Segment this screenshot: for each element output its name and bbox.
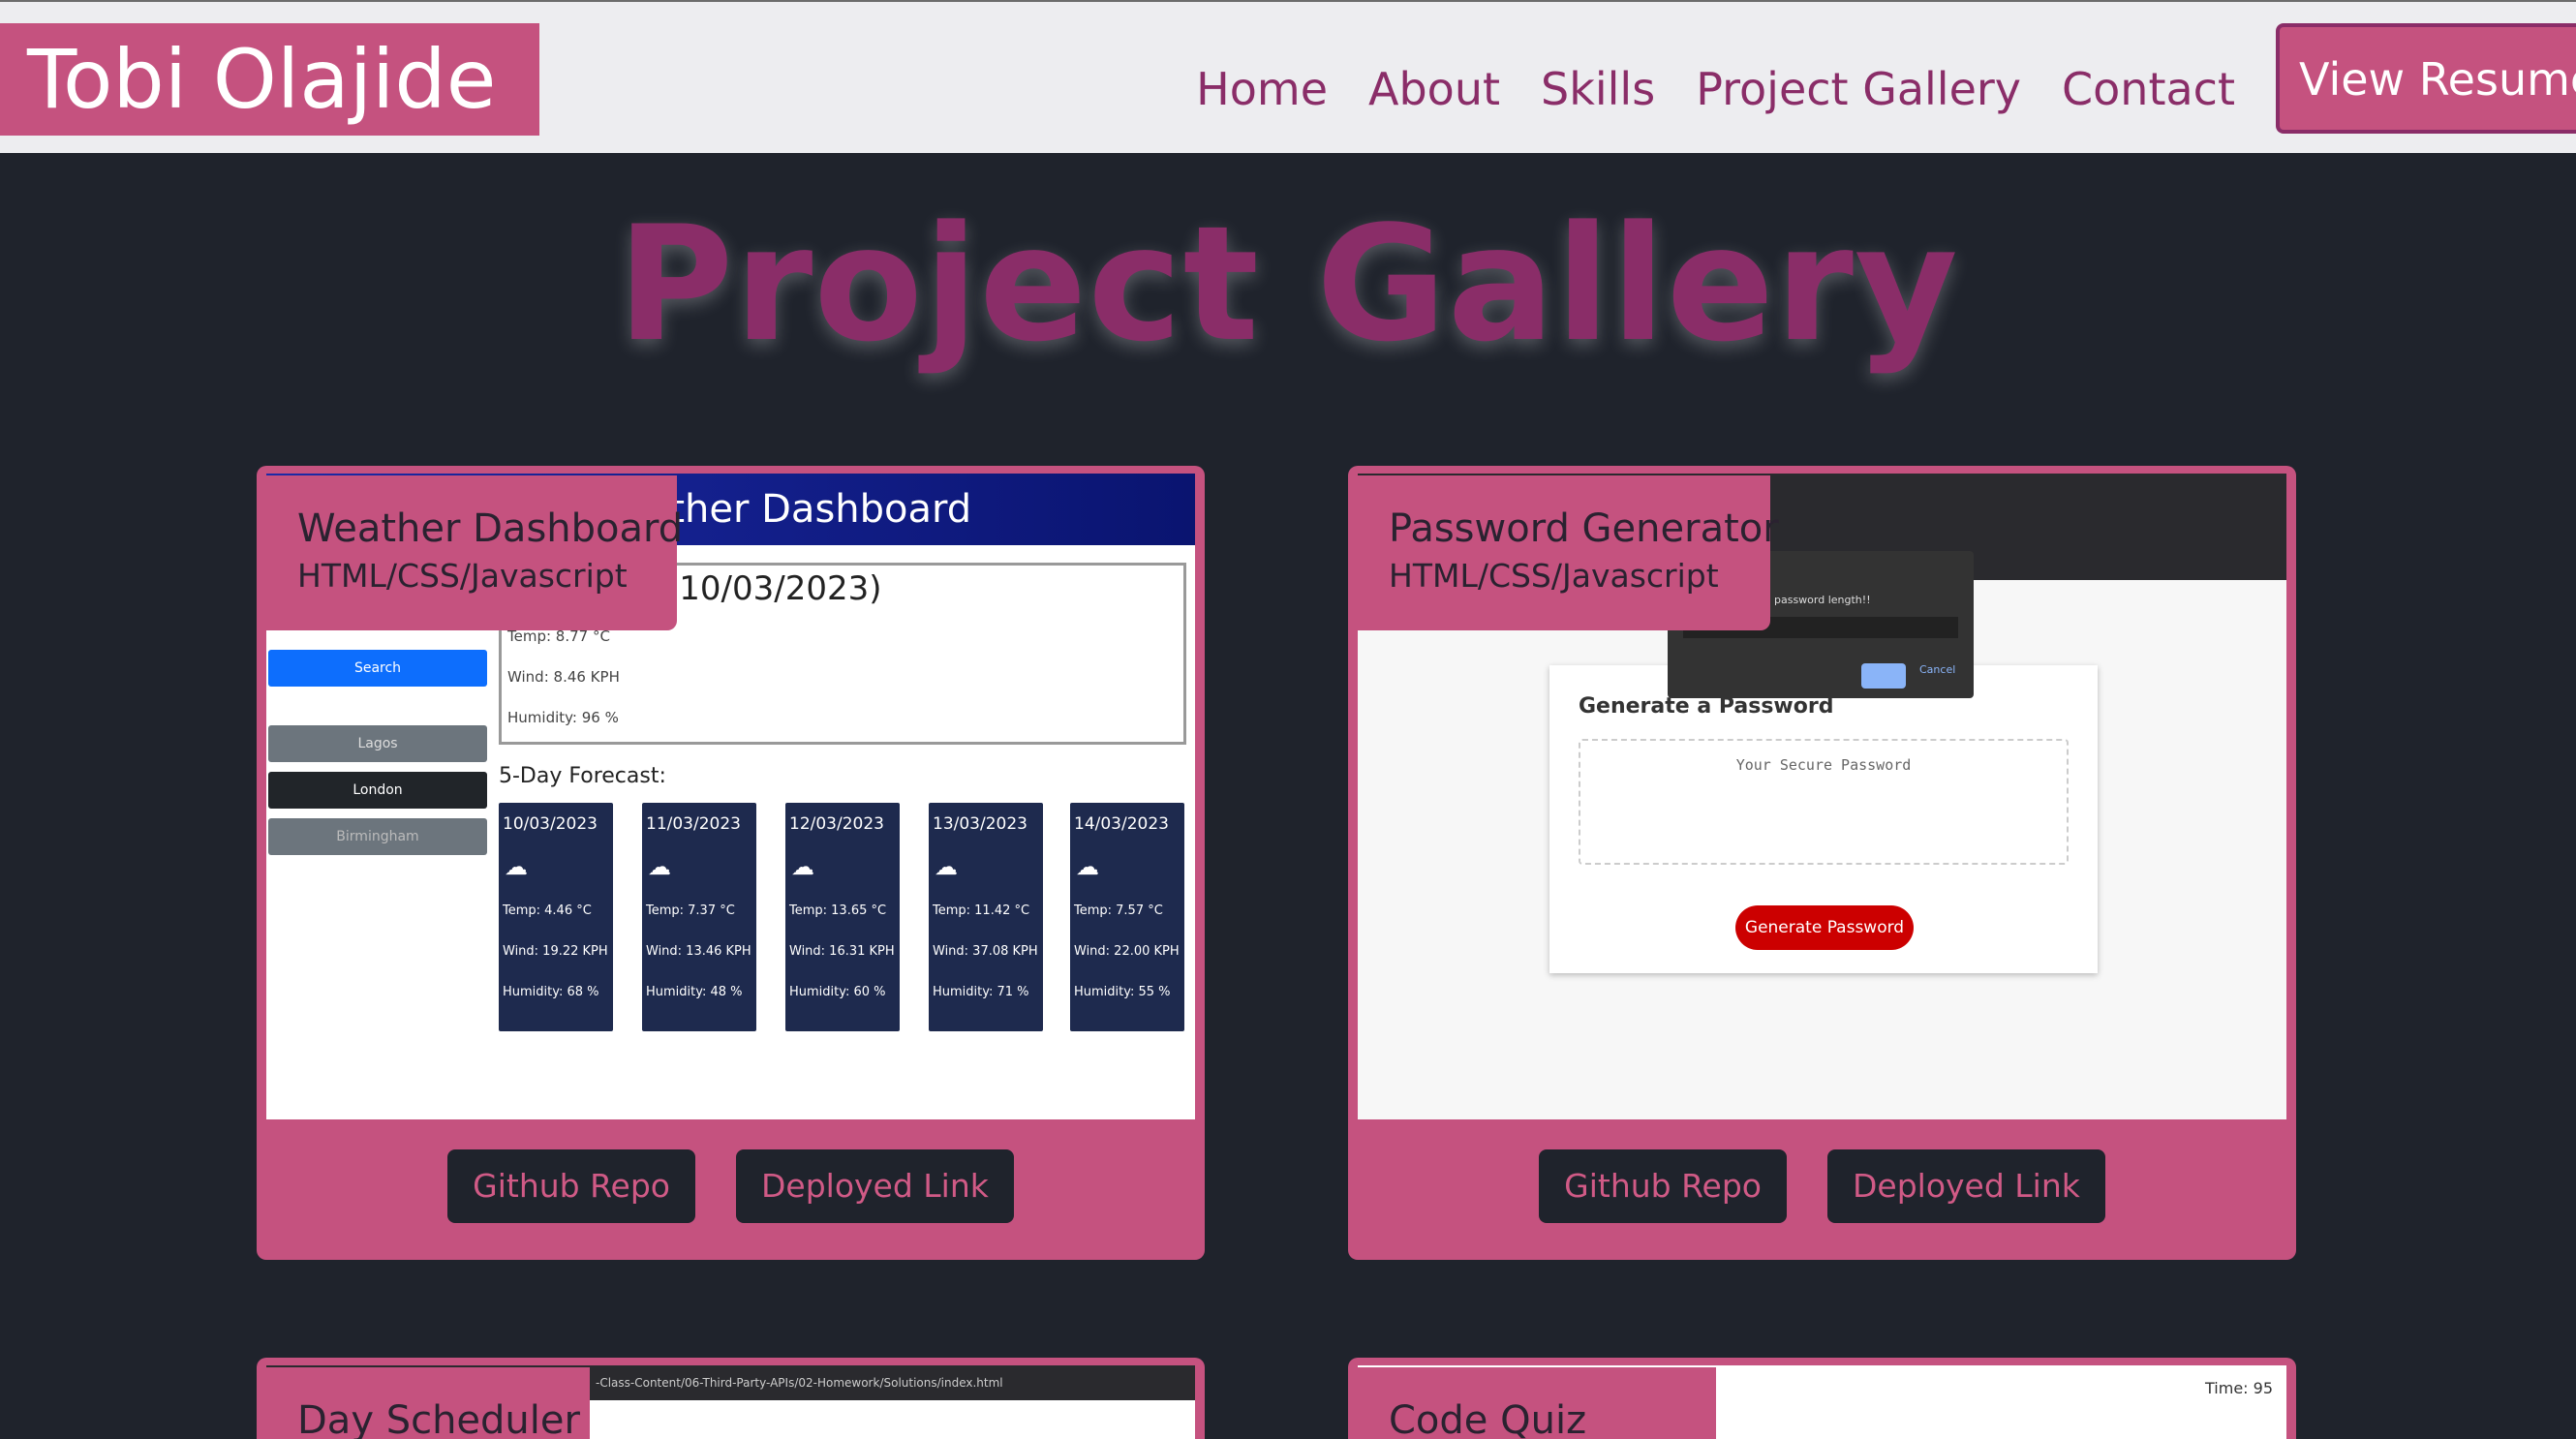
- project-card-scheduler: -Class-Content/06-Third-Party-APIs/02-Ho…: [257, 1358, 1205, 1439]
- nav-skills[interactable]: Skills: [1541, 54, 1655, 124]
- forecast-wind: Wind: 19.22 KPH: [503, 944, 608, 959]
- today-wind: Wind: 8.46 KPH: [507, 668, 620, 686]
- nav-contact[interactable]: Contact: [2062, 54, 2235, 124]
- forecast-temp: Temp: 7.57 °C: [1074, 903, 1163, 918]
- cloud-icon: ☁: [648, 853, 671, 880]
- deployed-link-button[interactable]: Deployed Link: [735, 1149, 1014, 1223]
- forecast-temp: Temp: 11.42 °C: [933, 903, 1030, 918]
- history-item: Lagos: [268, 725, 487, 762]
- github-repo-button[interactable]: Github Repo: [447, 1149, 695, 1223]
- project-tech: HTML/CSS/Javascript: [1389, 557, 1719, 595]
- forecast-card: 14/03/2023 ☁ Temp: 7.57 °C Wind: 22.00 K…: [1070, 803, 1184, 1031]
- project-label: Weather Dashboard HTML/CSS/Javascript: [266, 475, 684, 630]
- project-card-weather: Weather Dashboard Search Lagos London Bi…: [257, 466, 1205, 1260]
- cloud-icon: ☁: [505, 853, 528, 880]
- forecast-date: 11/03/2023: [646, 814, 741, 834]
- history-item: London: [268, 772, 487, 809]
- forecast-date: 12/03/2023: [789, 814, 884, 834]
- forecast-humidity: Humidity: 71 %: [933, 985, 1029, 999]
- history-item: Birmingham: [268, 818, 487, 855]
- forecast-date: 10/03/2023: [503, 814, 598, 834]
- nav-about[interactable]: About: [1368, 54, 1500, 124]
- nav-home[interactable]: Home: [1196, 54, 1328, 124]
- cloud-icon: ☁: [791, 853, 814, 880]
- forecast-humidity: Humidity: 60 %: [789, 985, 886, 999]
- forecast-title: 5-Day Forecast:: [499, 764, 666, 788]
- search-button: Search: [268, 650, 487, 687]
- project-buttons: Github Repo Deployed Link: [1348, 1149, 2296, 1223]
- today-humidity: Humidity: 96 %: [507, 709, 619, 726]
- password-output: Your Secure Password: [1579, 739, 2069, 865]
- forecast-card: 13/03/2023 ☁ Temp: 11.42 °C Wind: 37.08 …: [929, 803, 1043, 1031]
- forecast-temp: Temp: 4.46 °C: [503, 903, 592, 918]
- forecast-card: 10/03/2023 ☁ Temp: 4.46 °C Wind: 19.22 K…: [499, 803, 613, 1031]
- github-repo-button[interactable]: Github Repo: [1539, 1149, 1787, 1223]
- cloud-icon: ☁: [1076, 853, 1099, 880]
- forecast-card: 11/03/2023 ☁ Temp: 7.37 °C Wind: 13.46 K…: [642, 803, 756, 1031]
- forecast-humidity: Humidity: 68 %: [503, 985, 599, 999]
- forecast-humidity: Humidity: 48 %: [646, 985, 743, 999]
- deployed-link-button[interactable]: Deployed Link: [1826, 1149, 2105, 1223]
- quiz-timer: Time: 95: [2205, 1379, 2273, 1397]
- forecast-wind: Wind: 22.00 KPH: [1074, 944, 1180, 959]
- project-buttons: Github Repo Deployed Link: [257, 1149, 1205, 1223]
- project-name: Weather Dashboard: [297, 506, 684, 551]
- forecast-date: 14/03/2023: [1074, 814, 1169, 834]
- today-title: (10/03/2023): [666, 569, 882, 608]
- project-tech: HTML/CSS/Javascript: [297, 557, 628, 595]
- forecast-temp: Temp: 13.65 °C: [789, 903, 887, 918]
- forecast-humidity: Humidity: 55 %: [1074, 985, 1171, 999]
- page-title: Project Gallery: [617, 192, 1959, 377]
- project-label: Code Quiz: [1358, 1367, 1716, 1439]
- project-name: Password Generator: [1389, 506, 1779, 551]
- project-label: Day Scheduler: [266, 1367, 590, 1439]
- forecast-card: 12/03/2023 ☁ Temp: 13.65 °C Wind: 16.31 …: [785, 803, 900, 1031]
- project-name: Code Quiz: [1389, 1398, 1587, 1439]
- nav-project-gallery[interactable]: Project Gallery: [1696, 54, 2021, 124]
- project-card-quiz: Time: 95 Code Quiz: [1348, 1358, 2296, 1439]
- cloud-icon: ☁: [935, 853, 958, 880]
- generate-password-button: Generate Password: [1735, 905, 1914, 950]
- project-card-password: Generate a Password Your Secure Password…: [1348, 466, 2296, 1260]
- forecast-wind: Wind: 37.08 KPH: [933, 944, 1038, 959]
- forecast-wind: Wind: 16.31 KPH: [789, 944, 895, 959]
- forecast-wind: Wind: 13.46 KPH: [646, 944, 751, 959]
- brand-logo[interactable]: Tobi Olajide: [0, 23, 539, 136]
- forecast-date: 13/03/2023: [933, 814, 1027, 834]
- project-label: Password Generator HTML/CSS/Javascript: [1358, 475, 1779, 630]
- forecast-temp: Temp: 7.37 °C: [646, 903, 735, 918]
- dialog-cancel-button: Cancel: [1919, 663, 1956, 676]
- site-header: Tobi Olajide Home About Skills Project G…: [0, 0, 2576, 153]
- project-name: Day Scheduler: [297, 1398, 580, 1439]
- dialog-ok-button: [1861, 663, 1906, 689]
- password-box: Generate a Password Your Secure Password…: [1549, 665, 2098, 973]
- main-nav: Home About Skills Project Gallery Contac…: [1196, 23, 2576, 134]
- dialog-text: password length!!: [1774, 594, 1871, 606]
- view-resume-button[interactable]: View Resume: [2276, 23, 2576, 134]
